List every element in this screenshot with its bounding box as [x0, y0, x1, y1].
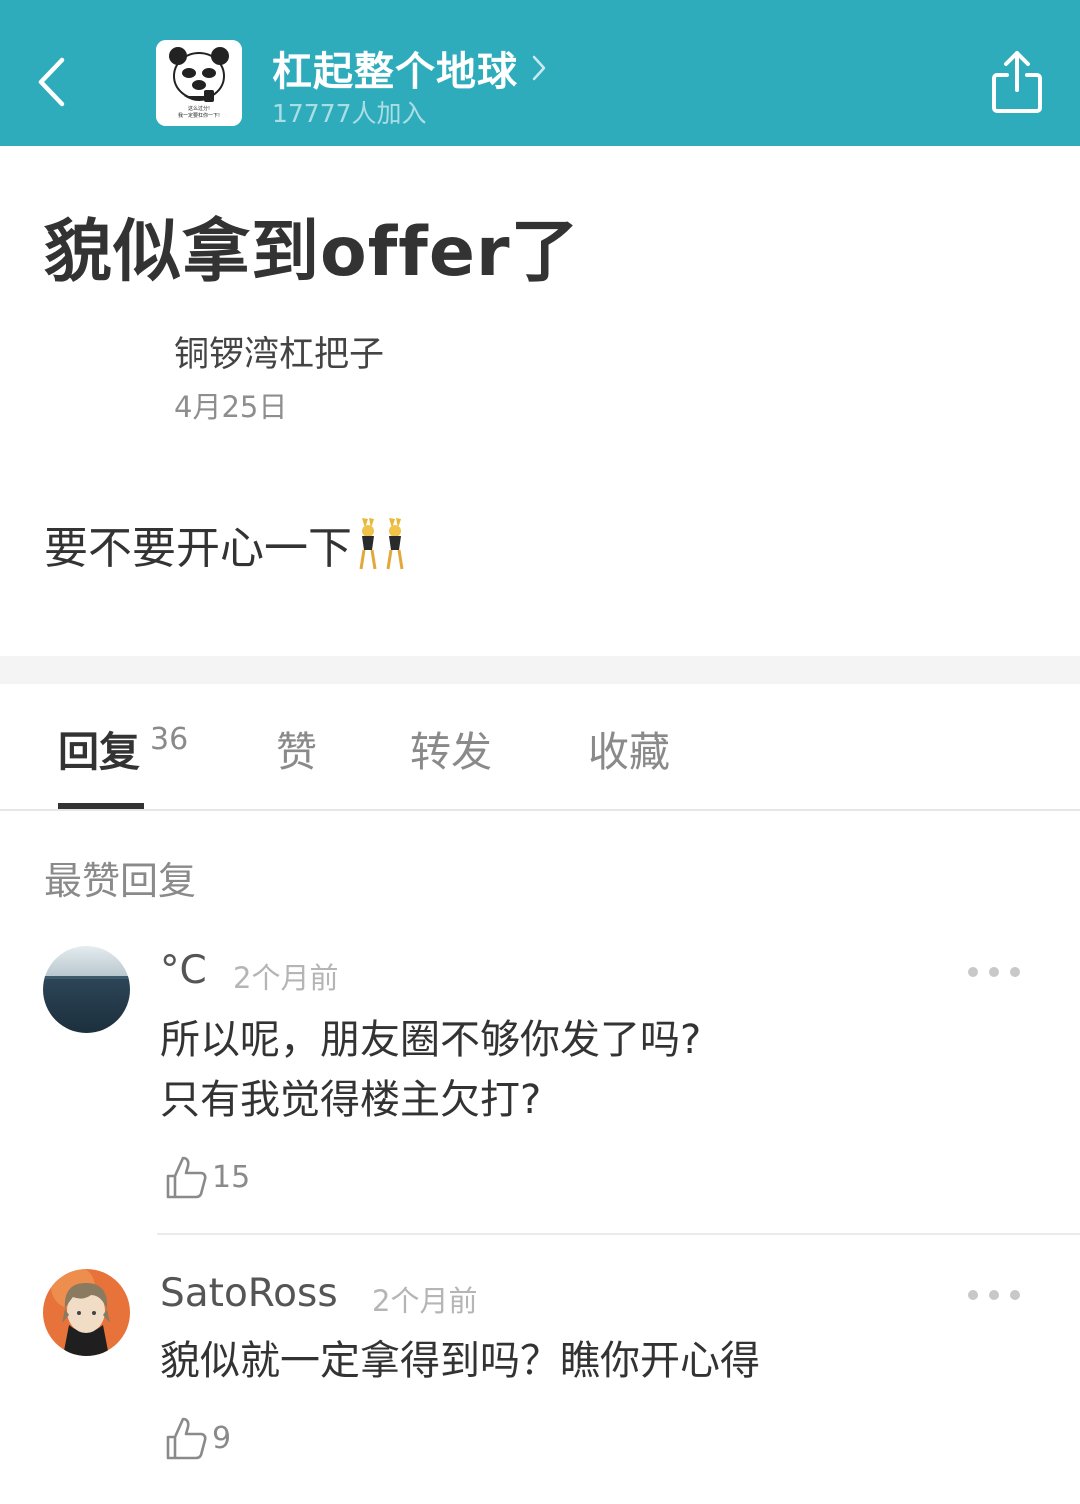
- like-button[interactable]: 15: [164, 1154, 250, 1200]
- like-button[interactable]: 9: [164, 1415, 231, 1461]
- more-options-button[interactable]: [968, 1285, 1020, 1305]
- back-button[interactable]: [26, 52, 76, 112]
- more-options-button[interactable]: [968, 962, 1020, 982]
- member-count: 17777人加入: [272, 99, 427, 128]
- share-button[interactable]: [988, 48, 1046, 116]
- comment-divider: [157, 1233, 1080, 1235]
- dot-icon: [1010, 1290, 1020, 1300]
- thumbs-up-icon: [166, 1156, 207, 1199]
- bunny-dancers-emoji-icon: [359, 518, 404, 570]
- comment-line: 所以呢，朋友圈不够你发了吗?: [160, 1017, 702, 1063]
- post-date: 4月25日: [174, 390, 288, 424]
- group-title: 杠起整个地球: [272, 49, 518, 95]
- tab-like[interactable]: 赞: [276, 718, 317, 778]
- comment-username[interactable]: °C: [160, 948, 207, 993]
- avatar[interactable]: [43, 1269, 130, 1356]
- chevron-right-icon: [532, 55, 546, 81]
- post-body: 要不要开心一下: [44, 512, 414, 576]
- group-title-link[interactable]: 杠起整个地球: [272, 40, 546, 96]
- comment-time: 2个月前: [233, 961, 339, 995]
- chevron-left-icon: [38, 57, 65, 107]
- post-body-text: 要不要开心一下: [44, 523, 352, 574]
- comment-username[interactable]: SatoRoss: [160, 1271, 338, 1316]
- tab-reply[interactable]: 回复: [58, 718, 140, 778]
- tab-collect[interactable]: 收藏: [588, 718, 670, 778]
- post-title: 貌似拿到offer了: [44, 213, 580, 292]
- dot-icon: [968, 1290, 978, 1300]
- reply-count: 36: [150, 722, 189, 757]
- like-count: 9: [212, 1420, 232, 1456]
- avatar-caption: 我一定要杠你一下!: [177, 113, 220, 119]
- dot-icon: [968, 967, 978, 977]
- comment-text: 貌似就一定拿得到吗？瞧你开心得: [160, 1338, 760, 1384]
- like-count: 15: [212, 1159, 251, 1195]
- tabs-divider: [0, 809, 1080, 811]
- section-divider: [0, 656, 1080, 684]
- comment-line: 只有我觉得楼主欠打?: [160, 1077, 542, 1123]
- thumbs-up-icon: [166, 1417, 207, 1460]
- dot-icon: [1010, 967, 1020, 977]
- comment-text: 所以呢，朋友圈不够你发了吗? 只有我觉得楼主欠打?: [160, 1010, 701, 1130]
- section-title: 最赞回复: [44, 859, 197, 903]
- group-avatar[interactable]: 这么过分! 我一定要杠你一下!: [156, 40, 242, 126]
- avatar[interactable]: [43, 946, 130, 1033]
- anime-character-avatar-icon: [43, 1269, 130, 1356]
- dot-icon: [989, 967, 999, 977]
- author-name[interactable]: 铜锣湾杠把子: [174, 326, 384, 377]
- share-icon: [992, 51, 1042, 113]
- avatar-caption: 这么过分!: [187, 106, 210, 112]
- dot-icon: [989, 1290, 999, 1300]
- comment-time: 2个月前: [372, 1284, 478, 1318]
- top-bar: 这么过分! 我一定要杠你一下! 杠起整个地球 17777人加入: [0, 0, 1080, 146]
- tab-forward[interactable]: 转发: [410, 718, 492, 778]
- sea-photo-avatar-icon: [43, 946, 130, 1033]
